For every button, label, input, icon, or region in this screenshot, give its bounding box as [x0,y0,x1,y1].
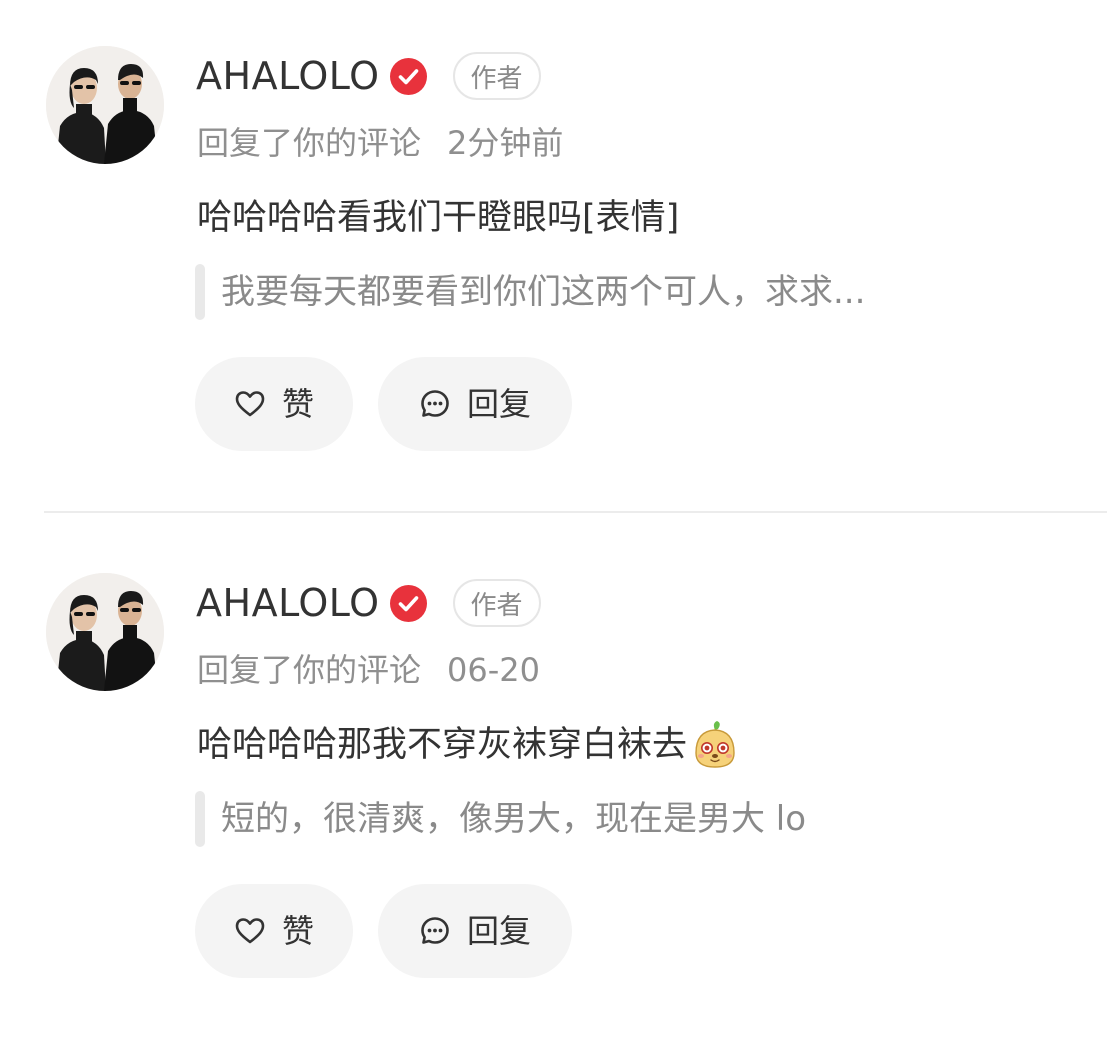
quoted-comment-text: 短的，很清爽，像男大，现在是男大 lo [221,799,807,839]
meta-line: 回复了你的评论 2分钟前 [197,120,563,166]
reply-content[interactable]: 哈哈哈哈看我们干瞪眼吗[表情] [197,192,679,244]
heart-icon [234,388,266,420]
avatar[interactable] [46,46,164,164]
avatar[interactable] [46,573,164,691]
quoted-comment-text: 我要每天都要看到你们这两个可人，求求... [221,272,866,312]
quoted-comment[interactable]: 短的，很清爽，像男大，现在是男大 lo [195,791,806,847]
timestamp: 06-20 [447,651,540,689]
author-tag: 作者 [452,579,541,627]
heart-icon [234,915,266,947]
username[interactable]: AHALOLO [196,584,380,622]
name-row: AHALOLO 作者 [196,577,541,629]
notification-item[interactable]: AHALOLO 作者 回复了你的评论 06-20 哈哈哈哈那我不穿灰袜穿白袜去 [0,527,1107,1007]
reply-label: 回复 [466,912,531,950]
name-row: AHALOLO 作者 [196,50,541,102]
reply-button[interactable]: 回复 [378,357,572,451]
verified-check-icon [389,584,427,622]
username[interactable]: AHALOLO [196,57,380,95]
reply-label: 回复 [466,385,531,423]
action-text: 回复了你的评论 [197,651,422,689]
reply-text: 哈哈哈哈那我不穿灰袜穿白袜去 [197,725,688,765]
like-button[interactable]: 赞 [195,884,353,978]
notification-item[interactable]: AHALOLO 作者 回复了你的评论 2分钟前 哈哈哈哈看我们干瞪眼吗[表情] 我… [0,0,1107,480]
timestamp: 2分钟前 [447,124,564,162]
chat-bubble-icon [419,915,451,947]
cute-face-sticker-icon [689,719,741,771]
meta-line: 回复了你的评论 06-20 [197,647,540,693]
author-tag: 作者 [452,52,541,100]
reply-button[interactable]: 回复 [378,884,572,978]
avatar-image [46,573,164,691]
like-label: 赞 [281,912,314,950]
like-label: 赞 [281,385,314,423]
avatar-image [46,46,164,164]
reply-text: 哈哈哈哈看我们干瞪眼吗[表情] [197,198,680,238]
divider [44,511,1107,513]
like-button[interactable]: 赞 [195,357,353,451]
chat-bubble-icon [419,388,451,420]
quoted-comment[interactable]: 我要每天都要看到你们这两个可人，求求... [195,264,865,320]
action-text: 回复了你的评论 [197,124,422,162]
quote-bar [195,264,205,320]
quote-bar [195,791,205,847]
verified-check-icon [389,57,427,95]
reply-content[interactable]: 哈哈哈哈那我不穿灰袜穿白袜去 [197,719,741,771]
